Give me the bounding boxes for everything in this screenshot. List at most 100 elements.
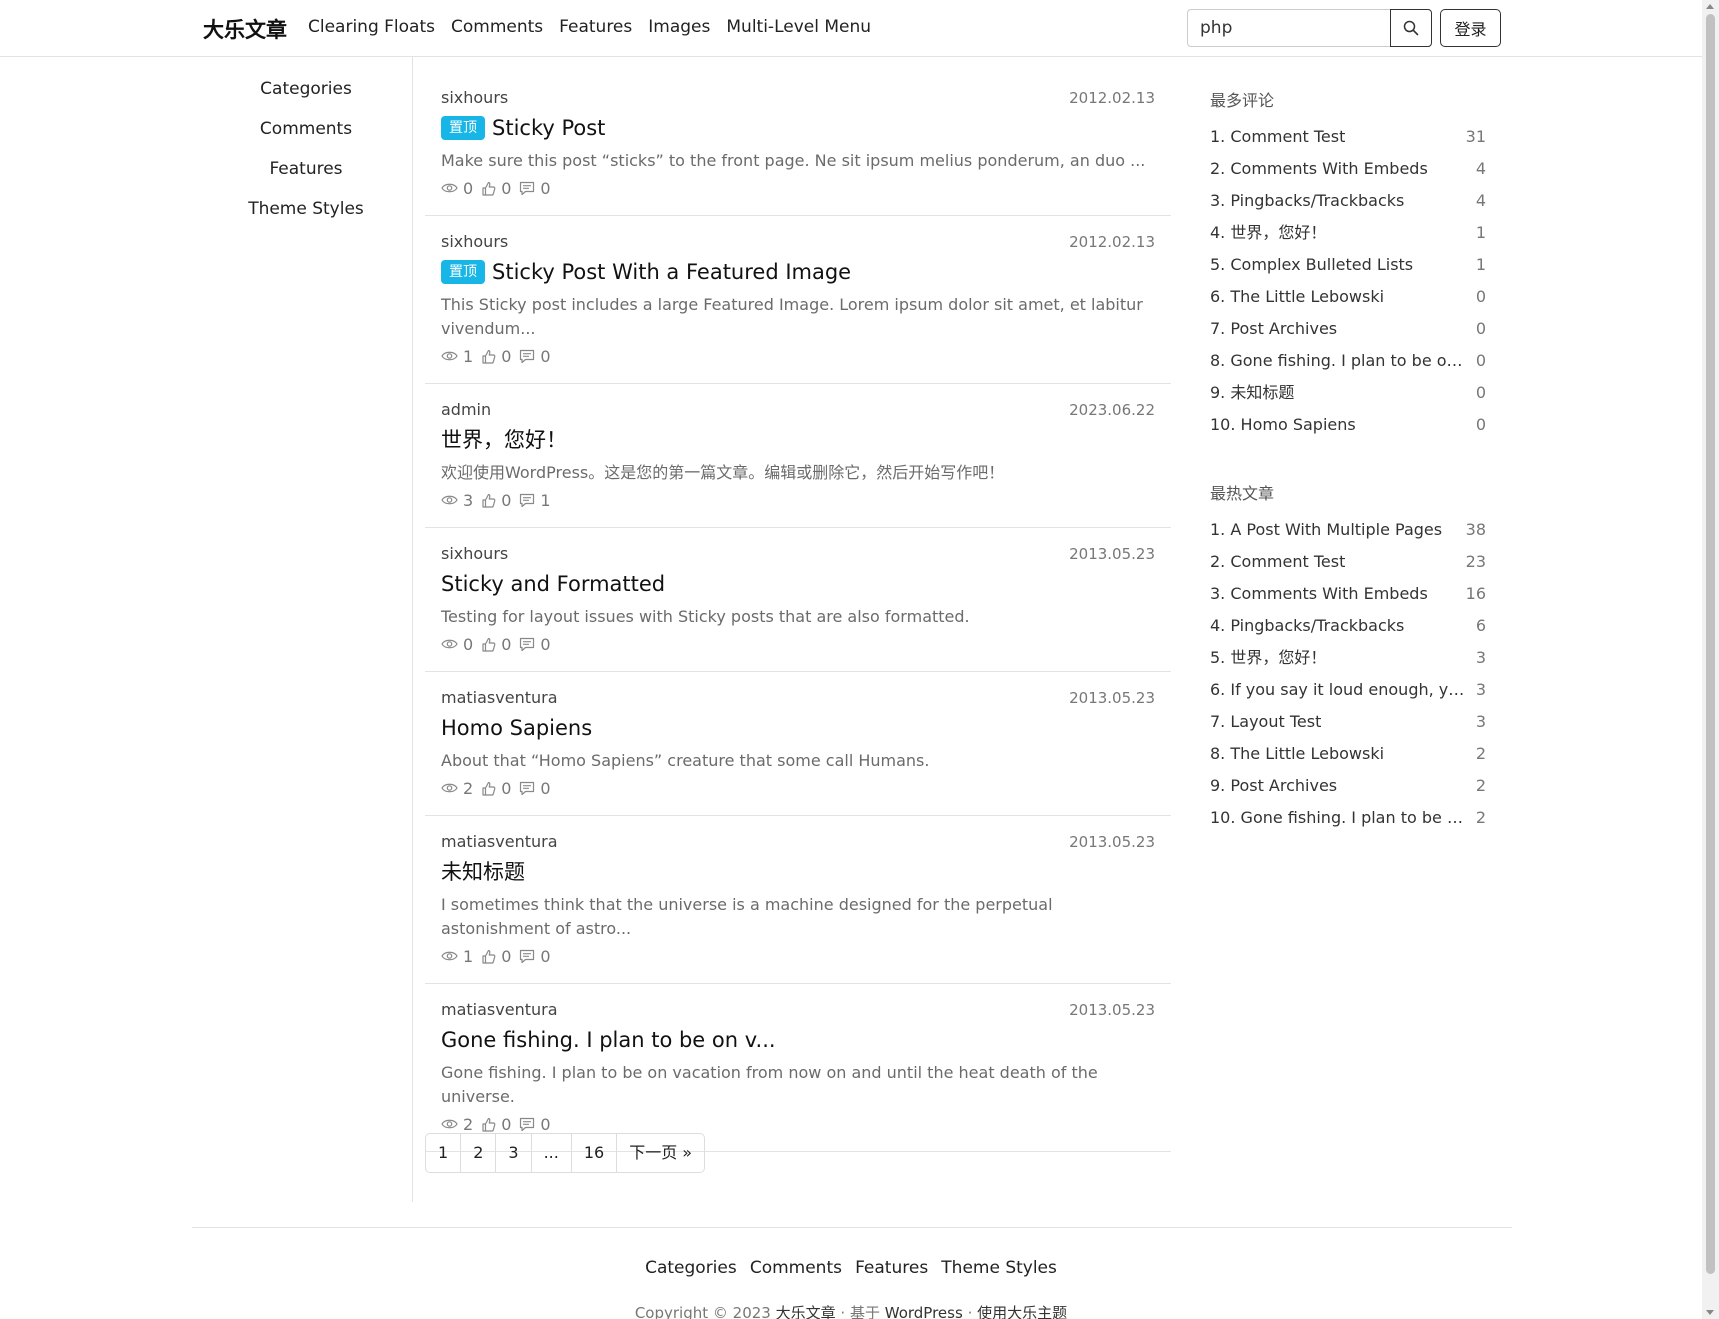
widget-title: 最热文章 [1210, 484, 1275, 503]
footer-link-theme-styles[interactable]: Theme Styles [941, 1258, 1057, 1278]
comment-count: 0 [540, 346, 551, 366]
post-meta: 2 0 0 [441, 1113, 1155, 1135]
scrollbar-thumb[interactable] [1706, 14, 1715, 1274]
post-title[interactable]: Sticky and Formatted [441, 569, 1155, 599]
copyright-separator: · 基于 [840, 1304, 880, 1319]
sidebar-item-comments[interactable]: Comments [200, 109, 412, 149]
view-count: 3 [1475, 648, 1486, 667]
sidebar-item-features[interactable]: Features [200, 149, 412, 189]
post-title-text: 未知标题 [441, 860, 525, 884]
post-title[interactable]: 未知标题 [441, 857, 1155, 887]
page-link-2[interactable]: 2 [461, 1134, 497, 1172]
post-title[interactable]: 世界，您好！ [441, 425, 1155, 455]
next-page-link[interactable]: 下一页 » [617, 1134, 704, 1172]
ranked-item-title: Comment Test [1230, 552, 1346, 571]
post-author[interactable]: admin [441, 399, 1155, 421]
rank-number: 3. [1210, 584, 1226, 603]
page-link-3[interactable]: 3 [496, 1134, 532, 1172]
post-excerpt: Testing for layout issues with Sticky po… [441, 607, 970, 626]
post-title[interactable]: 置顶 Sticky Post [441, 113, 1155, 143]
ranked-item[interactable]: 4. 世界，您好！ 1 [1210, 217, 1486, 249]
post-item: sixhours 2012.02.13 置顶 Sticky Post Make s… [425, 72, 1171, 216]
post-author[interactable]: sixhours [441, 231, 1155, 253]
ranked-item[interactable]: 7. Layout Test 3 [1210, 706, 1486, 738]
comment-icon [520, 1117, 535, 1131]
like-count: 0 [501, 946, 512, 966]
search-button[interactable] [1390, 9, 1432, 47]
ranked-item[interactable]: 10. Gone fishing. I plan to be on v... 2 [1210, 802, 1486, 834]
ranked-item[interactable]: 2. Comments With Embeds 4 [1210, 153, 1486, 185]
post-title[interactable]: 置顶 Sticky Post With a Featured Image [441, 257, 1155, 287]
post-meta: 0 0 0 [441, 177, 1155, 199]
theme-link[interactable]: 使用大乐主题 [977, 1304, 1067, 1319]
ranked-item[interactable]: 3. Pingbacks/Trackbacks 4 [1210, 185, 1486, 217]
post-author[interactable]: matiasventura [441, 831, 1155, 853]
ranked-item[interactable]: 8. The Little Lebowski 2 [1210, 738, 1486, 770]
like-count: 0 [501, 778, 512, 798]
rank-number: 1. [1210, 520, 1226, 539]
ranked-item[interactable]: 8. Gone fishing. I plan to be on v... 0 [1210, 345, 1486, 377]
view-count: 23 [1465, 552, 1486, 571]
view-count: 1 [463, 946, 474, 966]
sidebar-item-categories[interactable]: Categories [200, 69, 412, 109]
post-title[interactable]: Gone fishing. I plan to be on v... [441, 1025, 1155, 1055]
ranked-item[interactable]: 3. Comments With Embeds 16 [1210, 578, 1486, 610]
page-link-16[interactable]: 16 [572, 1134, 618, 1172]
rank-number: 6. [1210, 680, 1226, 699]
rank-number: 5. [1210, 255, 1226, 274]
post-date: 2012.02.13 [1069, 89, 1155, 107]
sticky-badge: 置顶 [441, 260, 485, 284]
nav-item-multi-level-menu[interactable]: Multi-Level Menu [726, 17, 871, 37]
login-button[interactable]: 登录 [1440, 9, 1501, 47]
ranked-item[interactable]: 1. Comment Test 31 [1210, 121, 1486, 153]
view-count: 0 [463, 178, 474, 198]
ranked-item[interactable]: 5. Complex Bulleted Lists 1 [1210, 249, 1486, 281]
top-navbar: 大乐文章 Clearing Floats Comments Features I… [0, 0, 1702, 57]
post-meta: 0 0 0 [441, 633, 1155, 655]
wordpress-link[interactable]: WordPress [885, 1304, 963, 1319]
ranked-item[interactable]: 6. The Little Lebowski 0 [1210, 281, 1486, 313]
ranked-list: 1. Comment Test 31 2. Comments With Embed… [1210, 121, 1486, 441]
ranked-item[interactable]: 4. Pingbacks/Trackbacks 6 [1210, 610, 1486, 642]
ranked-item[interactable]: 1. A Post With Multiple Pages 38 [1210, 514, 1486, 546]
ranked-item[interactable]: 9. Post Archives 2 [1210, 770, 1486, 802]
post-author[interactable]: matiasventura [441, 687, 1155, 709]
scroll-up-arrow-icon[interactable] [1706, 4, 1714, 9]
post-author[interactable]: sixhours [441, 87, 1155, 109]
comment-count: 4 [1475, 159, 1486, 178]
post-title[interactable]: Homo Sapiens [441, 713, 1155, 743]
like-count: 0 [501, 634, 512, 654]
ranked-item[interactable]: 9. 未知标题 0 [1210, 377, 1486, 409]
ranked-item[interactable]: 10. Homo Sapiens 0 [1210, 409, 1486, 441]
nav-item-comments[interactable]: Comments [451, 17, 543, 37]
page-link-1[interactable]: 1 [426, 1134, 462, 1172]
footer-link-features[interactable]: Features [855, 1258, 928, 1278]
widget-title: 最多评论 [1210, 91, 1275, 110]
sidebar-item-theme-styles[interactable]: Theme Styles [200, 189, 412, 229]
nav-item-images[interactable]: Images [648, 17, 710, 37]
footer-link-categories[interactable]: Categories [645, 1258, 737, 1278]
view-count: 1 [463, 346, 474, 366]
post-meta: 2 0 0 [441, 777, 1155, 799]
ranked-item[interactable]: 5. 世界，您好！ 3 [1210, 642, 1486, 674]
footer-site-link[interactable]: 大乐文章 [776, 1304, 836, 1319]
ranked-item-title: 世界，您好！ [1230, 223, 1327, 242]
post-author[interactable]: sixhours [441, 543, 1155, 565]
ranked-item[interactable]: 7. Post Archives 0 [1210, 313, 1486, 345]
comment-count: 0 [540, 1114, 551, 1134]
ranked-item[interactable]: 2. Comment Test 23 [1210, 546, 1486, 578]
site-brand[interactable]: 大乐文章 [203, 14, 287, 44]
post-author[interactable]: matiasventura [441, 999, 1155, 1021]
view-count: 2 [463, 1114, 474, 1134]
view-count: 38 [1465, 520, 1486, 539]
scroll-down-arrow-icon[interactable] [1706, 1310, 1714, 1315]
thumbs-up-icon [482, 349, 496, 364]
footer-link-comments[interactable]: Comments [750, 1258, 842, 1278]
eye-icon [441, 639, 458, 649]
ranked-item[interactable]: 6. If you say it loud enough, you'l... 3 [1210, 674, 1486, 706]
nav-item-features[interactable]: Features [559, 17, 632, 37]
comment-count: 0 [1475, 351, 1486, 370]
page-scrollbar[interactable] [1702, 0, 1719, 1319]
nav-item-clearing-floats[interactable]: Clearing Floats [308, 17, 435, 37]
view-count: 2 [463, 778, 474, 798]
